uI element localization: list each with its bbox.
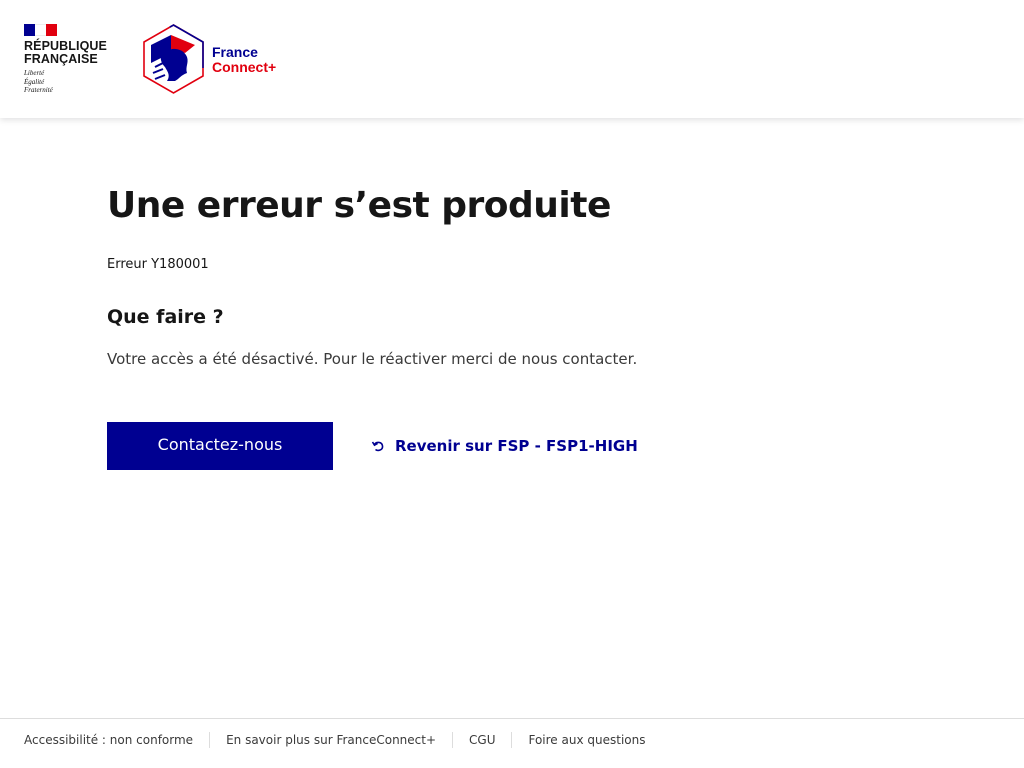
franceconnect-hexagon-icon[interactable]	[141, 23, 206, 95]
back-to-fsp-link[interactable]: Revenir sur FSP - FSP1-HIGH	[371, 437, 638, 455]
footer-link-cgu[interactable]: CGU	[469, 733, 495, 747]
footer-link-about[interactable]: En savoir plus sur FranceConnect+	[226, 733, 436, 747]
back-link-label: Revenir sur FSP - FSP1-HIGH	[395, 437, 638, 455]
error-code: Erreur Y180001	[107, 257, 209, 272]
republique-francaise-title: RÉPUBLIQUE FRANÇAISE	[24, 39, 107, 66]
page-title: Une erreur s’est produite	[107, 185, 611, 226]
footer-links: Accessibilité : non conforme En savoir p…	[24, 732, 645, 748]
error-content: Une erreur s’est produite Erreur Y180001…	[107, 180, 917, 370]
republique-motto: Liberté Égalité Fraternité	[24, 69, 53, 94]
footer-link-faq[interactable]: Foire aux questions	[528, 733, 645, 747]
actions-group: Contactez-nous Revenir sur FSP - FSP1-HI…	[107, 422, 638, 470]
site-header: RÉPUBLIQUE FRANÇAISE Liberté Égalité Fra…	[0, 0, 1024, 118]
marianne-flag-icon	[24, 24, 57, 36]
footer-separator	[209, 732, 211, 748]
footer-link-accessibility[interactable]: Accessibilité : non conforme	[24, 733, 193, 747]
site-footer: Accessibilité : non conforme En savoir p…	[0, 718, 1024, 768]
error-description: Votre accès a été désactivé. Pour le réa…	[107, 350, 638, 368]
footer-separator	[452, 732, 454, 748]
contact-button[interactable]: Contactez-nous	[107, 422, 333, 470]
undo-arrow-icon	[371, 441, 384, 452]
republique-francaise-logo[interactable]: RÉPUBLIQUE FRANÇAISE Liberté Égalité Fra…	[24, 24, 114, 95]
section-title: Que faire ?	[107, 306, 224, 328]
franceconnect-brand: France Connect+	[212, 44, 277, 75]
footer-separator	[511, 732, 513, 748]
